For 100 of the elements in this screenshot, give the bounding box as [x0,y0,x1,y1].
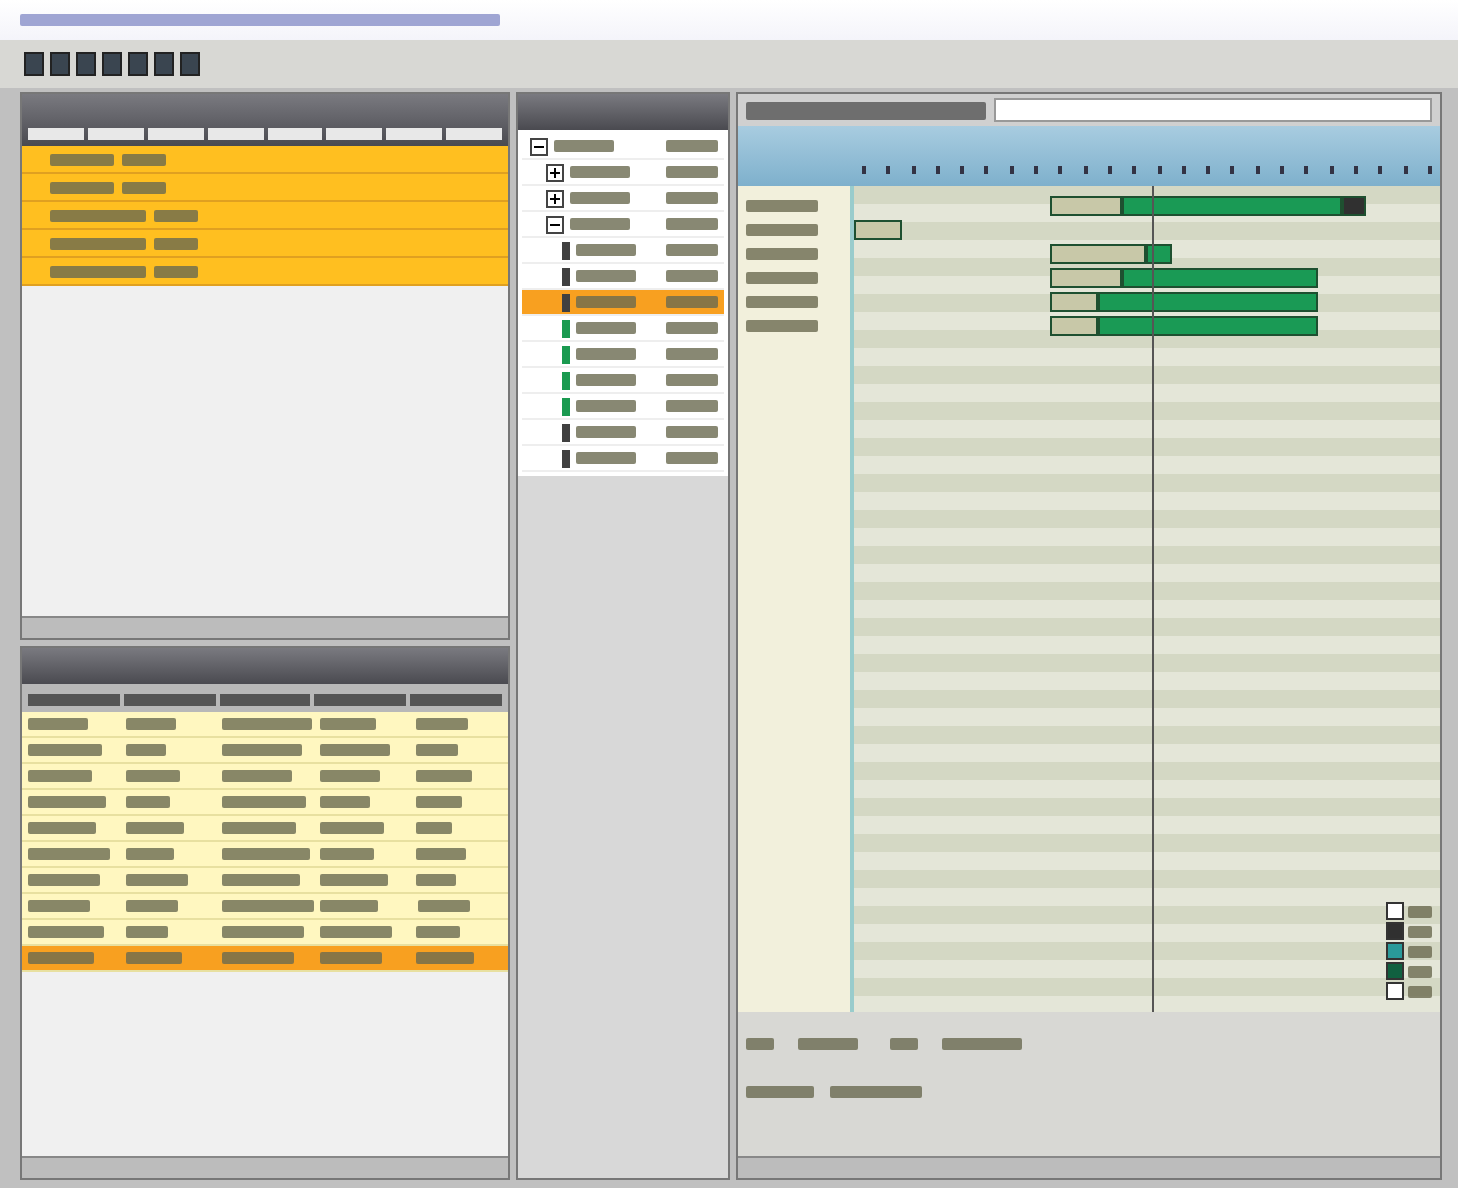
blurred-text [416,952,474,964]
blurred-text [570,192,630,204]
blurred-text [576,296,636,308]
blurred-text [798,1038,858,1050]
blurred-text [666,270,718,282]
blurred-text [417,900,470,912]
toolbar-button[interactable] [76,52,96,76]
tree-item[interactable] [522,446,724,472]
blurred-text [222,952,295,964]
blurred-text [50,181,114,193]
blurred-text [319,822,384,834]
expand-icon[interactable] [546,163,564,181]
scrollbar[interactable] [738,1156,1440,1178]
toolbar-button[interactable] [180,52,200,76]
blurred-text [746,296,818,308]
tree-item[interactable] [522,238,724,264]
blurred-text [416,822,452,834]
collapse-icon[interactable] [546,215,564,233]
blurred-text [50,265,146,277]
tree-item[interactable] [522,160,724,186]
tree-item[interactable] [522,290,724,316]
blurred-text [666,400,718,412]
blurred-text [319,744,390,756]
blurred-text [125,848,174,860]
blurred-text [576,452,636,464]
blurred-text [125,796,170,808]
blurred-text [222,718,313,730]
blurred-text [319,874,388,886]
blurred-text [28,744,102,756]
scrollbar[interactable] [22,616,508,638]
blurred-text [319,796,370,808]
blurred-text [222,822,297,834]
blurred-text [222,770,293,782]
blurred-text [576,426,636,438]
gantt-bar-label[interactable] [1049,316,1098,336]
blurred-text [1408,925,1432,937]
table-row[interactable] [22,146,508,174]
gantt-bar-end[interactable] [1342,196,1367,216]
blurred-text [416,926,460,938]
blurred-text [222,926,305,938]
column-header[interactable] [219,694,311,706]
collapse-icon[interactable] [530,137,548,155]
blurred-text [28,874,100,886]
gantt-bar-label[interactable] [1049,244,1147,264]
toolbar-button[interactable] [24,52,44,76]
blurred-text [746,272,818,284]
blurred-text [50,153,114,165]
blurred-text [666,192,718,204]
blurred-text [746,248,818,260]
scrollbar[interactable] [22,1156,508,1178]
gantt-bar[interactable] [1097,292,1318,312]
blurred-text [28,900,90,912]
gantt-bar-label[interactable] [854,220,903,240]
table-row[interactable] [22,230,508,258]
blurred-text [125,718,176,730]
gantt-bar-label[interactable] [1049,268,1123,288]
blurred-text [666,296,718,308]
blurred-text [942,1038,1022,1050]
blurred-text [28,848,110,860]
gantt-bar[interactable] [1097,316,1318,336]
blurred-text [222,848,311,860]
tree-item[interactable] [522,134,724,160]
gantt-bar[interactable] [1122,268,1318,288]
blurred-text [666,452,718,464]
blurred-text [1408,965,1432,977]
tree-item[interactable] [522,186,724,212]
blurred-text [576,374,636,386]
blurred-text [576,348,636,360]
blurred-text [576,270,636,282]
toolbar-button[interactable] [102,52,122,76]
table-row[interactable] [22,202,508,230]
column-header[interactable] [267,128,323,140]
blurred-text [28,926,104,938]
gantt-bar-label[interactable] [1049,196,1123,216]
gantt-bar[interactable] [1146,244,1172,264]
gantt-bar-label[interactable] [1049,292,1098,312]
toolbar-button[interactable] [128,52,148,76]
blurred-text [122,153,166,165]
blurred-text [666,322,718,334]
blurred-text [576,400,636,412]
toolbar-button[interactable] [154,52,174,76]
input-field[interactable] [994,98,1432,122]
blurred-text [666,374,718,386]
table-row[interactable] [22,258,508,286]
blurred-text [319,718,376,730]
blurred-text [222,874,301,886]
blurred-text [154,265,198,277]
blurred-text [28,718,88,730]
tree-item[interactable] [522,212,724,238]
blurred-text [50,209,146,221]
blurred-text [28,822,96,834]
blurred-text [125,874,188,886]
table-row[interactable] [22,174,508,202]
expand-icon[interactable] [546,189,564,207]
tree-item[interactable] [522,420,724,446]
blurred-text [125,926,168,938]
blurred-text [666,218,718,230]
toolbar-button[interactable] [50,52,70,76]
blurred-text [222,900,314,912]
blurred-text [222,744,303,756]
